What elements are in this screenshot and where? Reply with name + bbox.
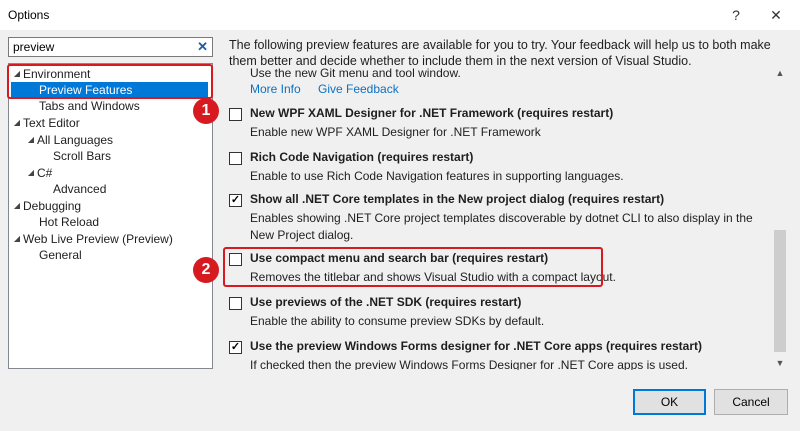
expand-arrow-icon[interactable]: ◢: [25, 132, 37, 148]
feature-description: Enable new WPF XAML Designer for .NET Fr…: [250, 125, 541, 139]
tree-item-all-languages[interactable]: ◢ All Languages: [25, 132, 113, 148]
feature-description: Enable the ability to consume preview SD…: [250, 314, 545, 328]
annotation-badge-2: 2: [193, 257, 219, 283]
ok-button[interactable]: OK: [633, 389, 706, 415]
feature-title: Show all .NET Core templates in the New …: [250, 192, 665, 206]
tree-item-csharp[interactable]: ◢ C#: [25, 165, 52, 181]
expand-arrow-icon[interactable]: ◢: [11, 198, 23, 214]
tree-item-web-live-preview[interactable]: ◢ Web Live Preview (Preview): [11, 231, 173, 247]
scroll-up-arrow-icon[interactable]: ▲: [772, 68, 788, 78]
feature-title: Use the preview Windows Forms designer f…: [250, 339, 702, 353]
expand-arrow-icon[interactable]: ◢: [25, 165, 37, 181]
expand-arrow-icon[interactable]: ◢: [11, 231, 23, 247]
scrollbar-thumb[interactable]: [774, 230, 786, 352]
tree-item-scroll-bars[interactable]: Scroll Bars: [53, 148, 111, 164]
feature-title: New WPF XAML Designer for .NET Framework…: [250, 106, 614, 120]
cancel-button[interactable]: Cancel: [714, 389, 788, 415]
features-list: Use the new Git menu and tool window. Mo…: [222, 62, 770, 370]
feature-checkbox[interactable]: ✓: [229, 341, 242, 354]
more-info-link[interactable]: More Info: [250, 82, 301, 96]
give-feedback-link[interactable]: Give Feedback: [318, 82, 399, 96]
tree-item-tabs-and-windows[interactable]: Tabs and Windows: [39, 98, 140, 114]
close-button[interactable]: ✕: [760, 2, 792, 28]
window-title: Options: [8, 8, 50, 22]
options-tree: ◢ Environment Preview Features Tabs and W…: [8, 63, 213, 369]
help-button[interactable]: ?: [720, 2, 752, 28]
search-box[interactable]: ✕: [8, 37, 213, 57]
tree-highlight-box: [7, 64, 213, 99]
partial-feature-text: Use the new Git menu and tool window.: [250, 66, 461, 80]
feature-description: If checked then the preview Windows Form…: [250, 358, 688, 370]
tree-item-text-editor[interactable]: ◢ Text Editor: [11, 115, 80, 131]
feature-checkbox[interactable]: ✓: [229, 194, 242, 207]
tree-item-debugging[interactable]: ◢ Debugging: [11, 198, 81, 214]
feature-checkbox[interactable]: [229, 152, 242, 165]
tree-item-advanced[interactable]: Advanced: [53, 181, 106, 197]
tree-item-general[interactable]: General: [39, 247, 82, 263]
feature-highlight-box: [223, 247, 603, 287]
clear-search-icon[interactable]: ✕: [197, 39, 208, 55]
feature-checkbox[interactable]: [229, 108, 242, 121]
tree-item-hot-reload[interactable]: Hot Reload: [39, 214, 99, 230]
expand-arrow-icon[interactable]: ◢: [11, 115, 23, 131]
feature-checkbox[interactable]: [229, 297, 242, 310]
title-bar: Options ? ✕: [0, 0, 800, 30]
feature-title: Use previews of the .NET SDK (requires r…: [250, 295, 522, 309]
search-input[interactable]: [13, 39, 188, 55]
feature-description: Enable to use Rich Code Navigation featu…: [250, 169, 624, 183]
feature-description: Enables showing .NET Core project templa…: [250, 211, 753, 242]
vertical-scrollbar[interactable]: ▲ ▼: [772, 62, 788, 370]
scroll-down-arrow-icon[interactable]: ▼: [772, 358, 788, 368]
annotation-badge-1: 1: [193, 98, 219, 124]
feature-title: Rich Code Navigation (requires restart): [250, 150, 474, 164]
